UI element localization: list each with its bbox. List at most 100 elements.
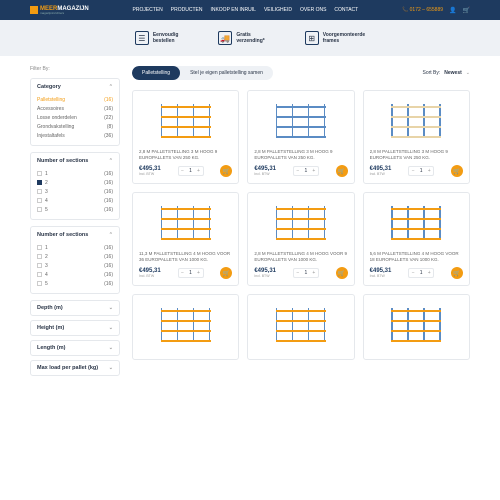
logo-icon xyxy=(30,6,38,14)
nav-link[interactable]: OVER ONS xyxy=(300,7,326,13)
filter-checkbox[interactable]: 2(16) xyxy=(37,178,113,187)
nav-link[interactable]: PROJECTEN xyxy=(133,7,163,13)
height-dropdown[interactable]: Height (m)⌄ xyxy=(30,320,120,336)
filter-checkbox[interactable]: 4(16) xyxy=(37,196,113,205)
add-to-cart-button[interactable]: 🛒 xyxy=(451,165,463,177)
filter-checkbox[interactable]: 5(16) xyxy=(37,205,113,214)
product-image xyxy=(254,199,347,247)
chevron-down-icon: ⌄ xyxy=(109,325,113,331)
cart-icon[interactable]: 🛒 xyxy=(463,7,470,14)
qty-plus[interactable]: + xyxy=(425,167,433,175)
qty-minus[interactable]: − xyxy=(409,269,417,277)
sections-filter-2: Number of sections⌃ 1(16) 2(16) 3(16) 4(… xyxy=(30,226,120,294)
filter-option[interactable]: Losse onderdelen(22) xyxy=(37,113,113,122)
nav-link[interactable]: INKOOP EN INRUIL xyxy=(210,7,255,13)
category-filter: Category⌃ Palletstelling(16) Accessoires… xyxy=(30,78,120,146)
filter-option[interactable]: Palletstelling(16) xyxy=(37,95,113,104)
quantity-stepper[interactable]: −1+ xyxy=(293,268,319,278)
logo[interactable]: MEERMAGAZIJN magazijninrichters xyxy=(30,6,89,15)
feature-item: ⊞ Voorgemonteerdeframes xyxy=(305,31,365,45)
filter-checkbox[interactable]: 2(16) xyxy=(37,252,113,261)
sidebar: Filter By: Category⌃ Palletstelling(16) … xyxy=(30,66,120,380)
filter-pills: Palletstelling Stel je eigen palletstell… xyxy=(132,66,273,80)
product-card[interactable]: 5,6 m palletstelling 4 m hoog voor 18 eu… xyxy=(363,192,470,286)
qty-minus[interactable]: − xyxy=(409,167,417,175)
nav-links: PROJECTEN PRODUCTEN INKOOP EN INRUIL VEI… xyxy=(133,7,359,13)
sort-control[interactable]: Sort By: Newest ⌄ xyxy=(422,70,470,76)
nav-link[interactable]: PRODUCTEN xyxy=(171,7,203,13)
quantity-stepper[interactable]: −1+ xyxy=(408,268,434,278)
product-image xyxy=(139,97,232,145)
add-to-cart-button[interactable]: 🛒 xyxy=(220,165,232,177)
product-card[interactable] xyxy=(247,294,354,360)
product-card[interactable]: 2,8 M PALLETSTELLING 3 M HOOG 9 EUROPALL… xyxy=(247,90,354,184)
filter-option[interactable]: Grondvakstelling(8) xyxy=(37,122,113,131)
filter-checkbox[interactable]: 4(16) xyxy=(37,270,113,279)
chevron-up-icon[interactable]: ⌃ xyxy=(109,84,113,90)
chevron-down-icon: ⌄ xyxy=(466,70,470,76)
nav-link[interactable]: CONTACT xyxy=(334,7,358,13)
nav-link[interactable]: VEILIGHEID xyxy=(264,7,292,13)
phone-number[interactable]: 📞 0172 – 655889 xyxy=(402,7,443,13)
qty-minus[interactable]: − xyxy=(294,269,302,277)
qty-plus[interactable]: + xyxy=(310,167,318,175)
product-image xyxy=(139,199,232,247)
qty-minus[interactable]: − xyxy=(294,167,302,175)
product-title: 2,8 M PALLETSTELLING 3 M HOOG 9 EUROPALL… xyxy=(254,149,347,161)
qty-plus[interactable]: + xyxy=(195,269,203,277)
filter-checkbox[interactable]: 1(16) xyxy=(37,169,113,178)
content: Palletstelling Stel je eigen palletstell… xyxy=(132,66,470,380)
list-icon: ☰ xyxy=(135,31,149,45)
add-to-cart-button[interactable]: 🛒 xyxy=(451,267,463,279)
pill-active[interactable]: Palletstelling xyxy=(132,66,180,80)
quantity-stepper[interactable]: −1+ xyxy=(408,166,434,176)
product-grid: 2,8 M PALLETSTELLING 3 M HOOG 9 EUROPALL… xyxy=(132,90,470,360)
pill-option[interactable]: Stel je eigen palletstelling samen xyxy=(180,66,273,80)
qty-plus[interactable]: + xyxy=(310,269,318,277)
depth-dropdown[interactable]: Depth (m)⌄ xyxy=(30,300,120,316)
user-icon[interactable]: 👤 xyxy=(449,7,456,14)
product-card[interactable]: 2,8 m palletstelling 4 m hoog voor 9 eur… xyxy=(247,192,354,286)
filter-checkbox[interactable]: 3(16) xyxy=(37,261,113,270)
sections-filter: Number of sections⌃ 1(16) 2(16) 3(16) 4(… xyxy=(30,152,120,220)
product-title: 5,6 m palletstelling 4 m hoog voor 18 eu… xyxy=(370,251,463,263)
product-image xyxy=(370,97,463,145)
rack-icon: ⊞ xyxy=(305,31,319,45)
filter-checkbox[interactable]: 1(16) xyxy=(37,243,113,252)
filter-option[interactable]: Accessoires(16) xyxy=(37,104,113,113)
chevron-up-icon[interactable]: ⌃ xyxy=(109,158,113,164)
qty-minus[interactable]: − xyxy=(179,167,187,175)
qty-plus[interactable]: + xyxy=(195,167,203,175)
product-title: 2,8 m palletstelling 4 m hoog voor 9 eur… xyxy=(254,251,347,263)
product-title: 2,8 M PALLETSTELLING 3 M HOOG 9 EUROPALL… xyxy=(370,149,463,161)
chevron-up-icon[interactable]: ⌃ xyxy=(109,232,113,238)
product-card[interactable] xyxy=(132,294,239,360)
chevron-down-icon: ⌄ xyxy=(109,365,113,371)
quantity-stepper[interactable]: −1+ xyxy=(178,268,204,278)
product-image xyxy=(370,301,463,349)
maxload-dropdown[interactable]: Max load per pallet (kg)⌄ xyxy=(30,360,120,376)
product-card[interactable]: 11,3 m palletstelling 4 m hoog voor 36 e… xyxy=(132,192,239,286)
qty-plus[interactable]: + xyxy=(425,269,433,277)
product-card[interactable]: 2,8 M PALLETSTELLING 3 M HOOG 9 EUROPALL… xyxy=(132,90,239,184)
length-dropdown[interactable]: Length (m)⌄ xyxy=(30,340,120,356)
filter-checkbox[interactable]: 5(16) xyxy=(37,279,113,288)
quantity-stepper[interactable]: −1+ xyxy=(178,166,204,176)
product-card[interactable]: 2,8 M PALLETSTELLING 3 M HOOG 9 EUROPALL… xyxy=(363,90,470,184)
product-title: 11,3 m palletstelling 4 m hoog voor 36 e… xyxy=(139,251,232,263)
filter-by-label: Filter By: xyxy=(30,66,120,72)
product-image xyxy=(254,301,347,349)
feature-item: 🚚 Gratisverzending* xyxy=(218,31,264,45)
add-to-cart-button[interactable]: 🛒 xyxy=(336,267,348,279)
add-to-cart-button[interactable]: 🛒 xyxy=(336,165,348,177)
feature-item: ☰ Eenvoudigbestellen xyxy=(135,31,179,45)
quantity-stepper[interactable]: −1+ xyxy=(293,166,319,176)
product-image xyxy=(139,301,232,349)
qty-minus[interactable]: − xyxy=(179,269,187,277)
add-to-cart-button[interactable]: 🛒 xyxy=(220,267,232,279)
product-image xyxy=(370,199,463,247)
top-nav: MEERMAGAZIJN magazijninrichters PROJECTE… xyxy=(0,0,500,20)
filter-checkbox[interactable]: 3(16) xyxy=(37,187,113,196)
filter-option[interactable]: Injestaltafels(36) xyxy=(37,131,113,140)
product-card[interactable] xyxy=(363,294,470,360)
